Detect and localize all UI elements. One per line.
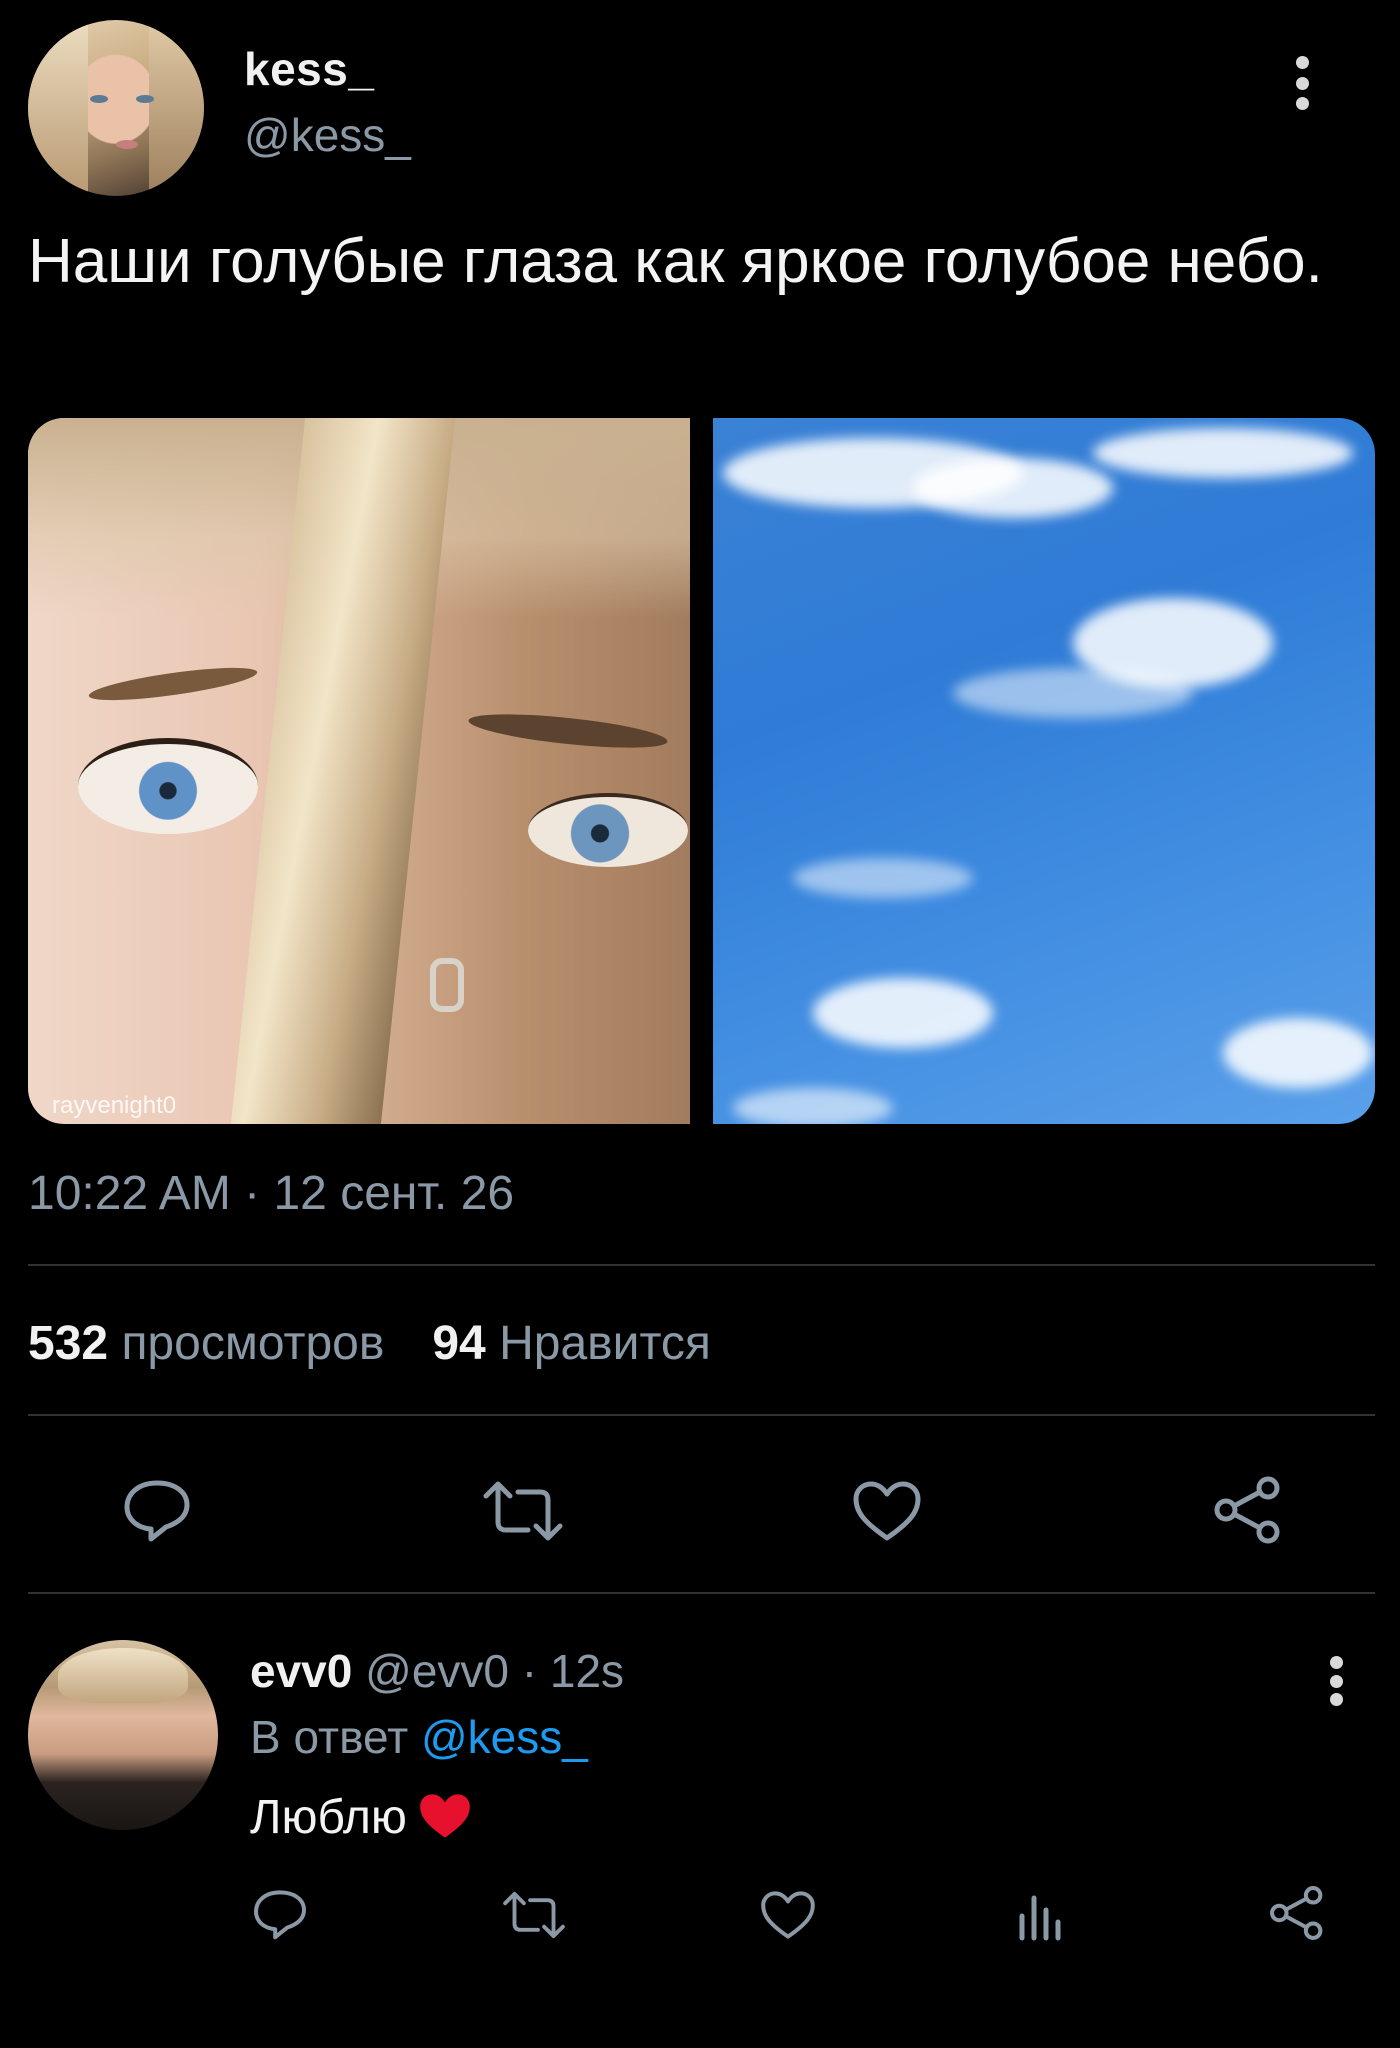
share-icon[interactable] — [1212, 1474, 1284, 1546]
reply-to-line: В ответ @kess_ — [250, 1710, 588, 1764]
image-eyebrow — [87, 661, 259, 707]
reply-text-content: Люблю — [250, 1791, 407, 1844]
image-blue-eye — [78, 738, 258, 834]
reply-more-options-icon[interactable] — [1324, 1656, 1348, 1706]
image-cloud — [793, 858, 973, 898]
author-handle[interactable]: @kess_ — [244, 108, 411, 162]
views-count[interactable]: 532 — [28, 1317, 108, 1370]
tweet-detail-page: kess_ @kess_ Наши голубые глаза как ярко… — [0, 0, 1400, 2048]
image-cloud — [1093, 428, 1353, 478]
image-cloud — [813, 978, 993, 1048]
reply-retweet-icon[interactable] — [502, 1890, 566, 1940]
red-heart-icon — [417, 1791, 473, 1853]
more-options-icon[interactable] — [1290, 56, 1314, 110]
image-cloud — [953, 668, 1193, 718]
avatar-eye — [136, 95, 154, 103]
image-eyebrow — [467, 707, 669, 755]
media-image-faces[interactable] — [28, 418, 690, 1124]
image-earring — [430, 958, 464, 1012]
reply-to-prefix: В ответ — [250, 1711, 409, 1763]
reply-share-icon[interactable] — [1268, 1884, 1326, 1942]
reply-meta: evv0 @evv0 · 12s — [250, 1644, 624, 1698]
divider — [28, 1592, 1375, 1594]
avatar-lips — [116, 140, 138, 149]
retweet-icon[interactable] — [482, 1480, 564, 1542]
post-timestamp[interactable]: 10:22 AM · 12 сент. 26 — [28, 1166, 514, 1221]
image-cloud — [1223, 1018, 1373, 1088]
avatar-hair — [149, 20, 204, 196]
reply-author-avatar[interactable] — [28, 1640, 218, 1830]
author-avatar[interactable] — [28, 20, 204, 196]
image-cloud — [913, 458, 1113, 518]
divider — [28, 1264, 1375, 1266]
reply-text: Люблю — [250, 1790, 473, 1853]
post-stats: 532 просмотров 94 Нравится — [28, 1316, 711, 1371]
avatar-hair — [58, 1648, 188, 1703]
media-image-sky[interactable] — [713, 418, 1375, 1124]
likes-label[interactable]: Нравится — [499, 1317, 711, 1370]
like-icon[interactable] — [852, 1480, 922, 1542]
image-cloud — [733, 1088, 893, 1124]
author-display-name[interactable]: kess_ — [244, 42, 374, 96]
post-text: Наши голубые глаза как яркое голубое неб… — [28, 227, 1323, 296]
reply-author-name[interactable]: evv0 — [250, 1645, 352, 1697]
avatar-eye — [90, 95, 108, 103]
reply-to-mention[interactable]: @kess_ — [421, 1711, 588, 1763]
reply-icon[interactable] — [122, 1478, 192, 1542]
image-blue-eye — [528, 793, 688, 867]
divider — [28, 1414, 1375, 1416]
avatar-hair — [28, 20, 88, 196]
reply-reply-icon[interactable] — [252, 1888, 308, 1940]
media-watermark: rayvenight0 — [52, 1092, 177, 1119]
views-label[interactable]: просмотров — [121, 1317, 384, 1370]
reply-author-handle-time[interactable]: @evv0 · 12s — [365, 1645, 624, 1697]
likes-count[interactable]: 94 — [432, 1317, 485, 1370]
reply-views-icon[interactable] — [1016, 1888, 1064, 1942]
reply-like-icon[interactable] — [760, 1890, 816, 1940]
